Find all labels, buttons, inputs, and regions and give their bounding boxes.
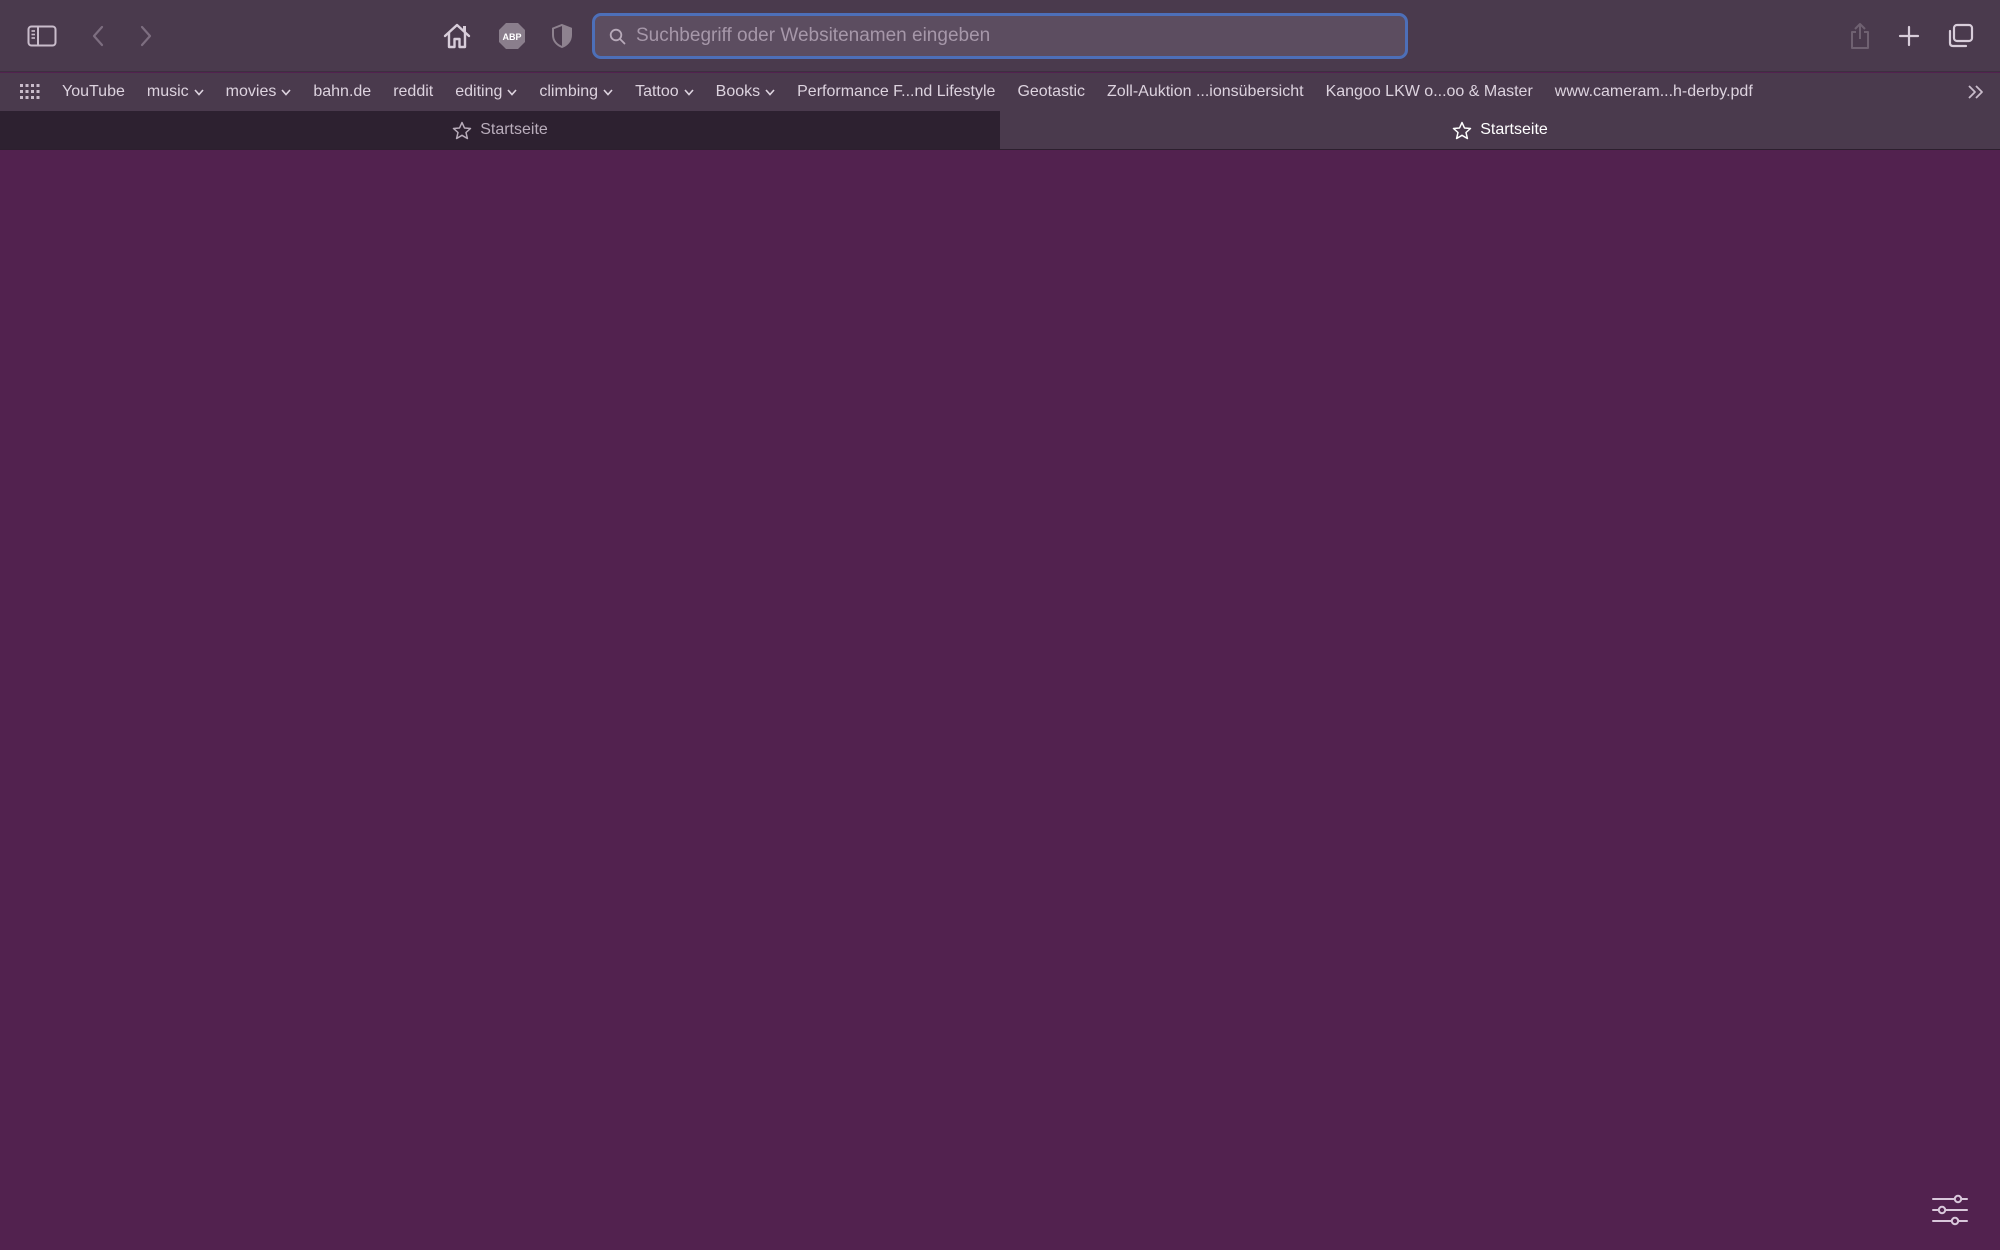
browser-window: ABP Suchbegriff oder Websitenamen eingeb…: [0, 0, 2000, 1250]
tabs-overview-icon: [1948, 23, 1974, 48]
favorite-label: movies: [225, 83, 277, 100]
favorite-folder-books[interactable]: Books: [716, 83, 775, 101]
favorite-zoll-auktion[interactable]: Zoll-Auktion ...ionsübersicht: [1107, 83, 1304, 101]
favorite-label: editing: [455, 83, 503, 100]
sidebar-icon[interactable]: [20, 14, 64, 58]
tab-startseite-2[interactable]: Startseite: [1000, 111, 2000, 149]
favorite-performance[interactable]: Performance F...nd Lifestyle: [797, 83, 995, 101]
favorites-overflow-button[interactable]: [1964, 82, 1988, 102]
privacy-report-button[interactable]: [540, 14, 584, 58]
tab-title: Startseite: [1480, 121, 1548, 138]
plus-icon: [1898, 25, 1920, 47]
toolbar: ABP: [0, 0, 2000, 72]
share-button[interactable]: [1838, 14, 1882, 58]
favorite-folder-movies[interactable]: movies: [226, 83, 292, 101]
home-button[interactable]: [435, 14, 479, 58]
favorite-label: Tattoo: [635, 83, 679, 100]
favorite-label: Geotastic: [1017, 83, 1086, 100]
tab-bar: Startseite Startseite: [0, 111, 2000, 150]
tab-overview-button[interactable]: [1938, 14, 1982, 58]
start-page-content: [0, 151, 2000, 1250]
chevron-down-icon: [281, 88, 291, 96]
chevron-down-icon: [765, 88, 775, 96]
favorite-label: bahn.de: [313, 83, 372, 100]
chevron-right-icon: [140, 25, 152, 47]
favorite-label: Books: [715, 83, 761, 100]
favorite-label: reddit: [393, 83, 434, 100]
adblock-icon: ABP: [499, 23, 525, 49]
favorite-bahn[interactable]: bahn.de: [313, 83, 371, 101]
share-icon: [1851, 23, 1869, 49]
chevron-down-icon: [507, 88, 517, 96]
new-tab-button[interactable]: [1887, 14, 1931, 58]
apps-grid-icon[interactable]: [20, 84, 40, 100]
favorite-label: Performance F...nd Lifestyle: [797, 83, 996, 100]
favorite-folder-editing[interactable]: editing: [455, 83, 517, 101]
customize-start-page-button[interactable]: [1930, 1192, 1970, 1228]
address-input[interactable]: [636, 25, 1376, 47]
star-icon: [1452, 121, 1472, 140]
favorite-youtube[interactable]: YouTube: [62, 83, 125, 101]
favorite-folder-music[interactable]: music: [147, 83, 204, 101]
favorite-geotastic[interactable]: Geotastic: [1017, 83, 1085, 101]
forward-button[interactable]: [124, 14, 168, 58]
chevron-left-icon: [92, 25, 104, 47]
sliders-icon: [1932, 1194, 1968, 1226]
favorite-label: www.cameram...h-derby.pdf: [1554, 83, 1753, 100]
svg-text:ABP: ABP: [502, 32, 521, 42]
chevron-down-icon: [684, 88, 694, 96]
chevron-down-icon: [194, 88, 204, 96]
favorites-bar: YouTube music movies bahn.de reddit edit…: [0, 73, 2000, 111]
favorite-label: YouTube: [62, 83, 125, 100]
star-icon: [452, 121, 472, 140]
address-bar[interactable]: [592, 13, 1408, 59]
tab-title: Startseite: [480, 121, 548, 138]
favorite-label: music: [146, 83, 189, 100]
favorite-reddit[interactable]: reddit: [393, 83, 433, 101]
favorite-cameram-pdf[interactable]: www.cameram...h-derby.pdf: [1555, 83, 1753, 101]
back-button[interactable]: [76, 14, 120, 58]
double-chevron-right-icon: [1968, 85, 1983, 99]
favorite-folder-tattoo[interactable]: Tattoo: [635, 83, 694, 101]
shield-icon: [552, 23, 572, 49]
tab-startseite-1[interactable]: Startseite: [0, 111, 1000, 149]
adblock-button[interactable]: ABP: [490, 14, 534, 58]
chevron-down-icon: [603, 88, 613, 96]
home-icon: [443, 23, 471, 49]
favorite-label: climbing: [539, 83, 599, 100]
favorite-label: Kangoo LKW o...oo & Master: [1325, 83, 1533, 100]
favorite-kangoo[interactable]: Kangoo LKW o...oo & Master: [1326, 83, 1533, 101]
search-icon: [609, 28, 626, 45]
favorite-label: Zoll-Auktion ...ionsübersicht: [1107, 83, 1304, 100]
favorites-list: YouTube music movies bahn.de reddit edit…: [62, 73, 1775, 111]
favorite-folder-climbing[interactable]: climbing: [539, 83, 613, 101]
